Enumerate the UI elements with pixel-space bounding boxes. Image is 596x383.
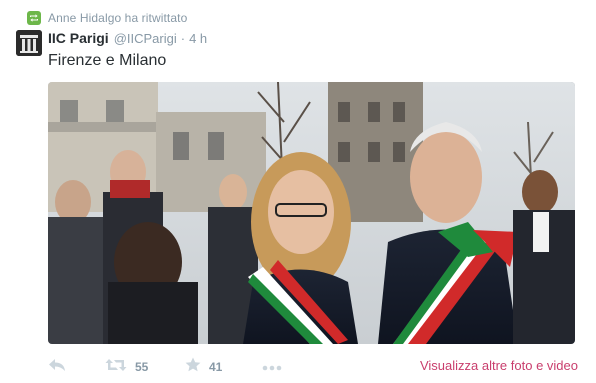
author-username[interactable]: @IICParigi (114, 31, 177, 46)
retweet-count: 55 (135, 360, 149, 374)
retweet-button[interactable]: 55 (105, 356, 148, 378)
retweet-icon (105, 358, 127, 377)
author-fullname[interactable]: IIC Parigi (48, 30, 109, 46)
avatar[interactable] (16, 30, 42, 56)
tweet-text: Firenze e Milano (48, 52, 167, 69)
more-options-button[interactable] (262, 356, 282, 378)
header-separator: · (180, 31, 186, 46)
retweet-icon (27, 11, 41, 25)
more-icon (262, 358, 282, 376)
reply-button[interactable] (48, 356, 66, 378)
star-icon (185, 357, 201, 377)
tweet-header: IIC Parigi @IICParigi · 4 h (48, 30, 207, 48)
retweet-context-text[interactable]: Anne Hidalgo ha ritwittato (48, 11, 187, 25)
retweet-context: Anne Hidalgo ha ritwittato (27, 10, 187, 26)
tweet-actions: 55 41 Visualizza altre foto e video (48, 356, 578, 378)
view-more-media-link[interactable]: Visualizza altre foto e video (420, 358, 578, 373)
tweet-timestamp[interactable]: 4 h (189, 31, 207, 46)
favorite-count: 41 (209, 360, 223, 374)
reply-icon (48, 358, 66, 377)
tweet-photo[interactable] (48, 82, 575, 344)
favorite-button[interactable]: 41 (185, 356, 222, 378)
